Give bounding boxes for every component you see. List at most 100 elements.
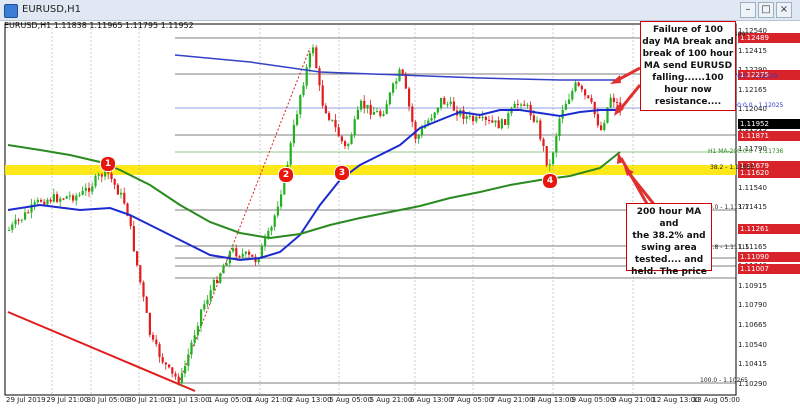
candle-body — [542, 139, 545, 146]
candle-body — [24, 212, 27, 220]
candle-body — [56, 194, 59, 202]
time-axis-tick: 7 Aug 21:00 — [490, 396, 534, 404]
candle-body — [180, 373, 183, 383]
candle-body — [504, 119, 507, 125]
close-button[interactable]: × — [776, 2, 792, 18]
candle-body — [568, 99, 571, 104]
chart-window: EURUSD,H1 – □ × EURUSD,H1 1.11838 1.1196… — [0, 0, 800, 409]
candle-body — [142, 282, 145, 297]
candle-body — [299, 95, 302, 115]
candle-body — [580, 85, 583, 90]
time-axis-tick: 30 Jul 05:00 — [86, 396, 129, 404]
candle-body — [161, 357, 164, 363]
time-axis-tick: 7 Aug 05:00 — [450, 396, 494, 404]
candle-body — [136, 251, 139, 266]
candle-body — [43, 201, 46, 205]
candle-body — [596, 114, 599, 126]
candle-body — [372, 112, 375, 115]
candle-body — [49, 199, 52, 202]
candle-body — [507, 113, 510, 125]
candle-body — [548, 164, 551, 166]
fib100-label: 100.0 - 1.10265 — [700, 377, 748, 384]
candle-body — [350, 135, 353, 145]
candle-body — [289, 143, 292, 165]
candle-body — [46, 199, 49, 205]
candle-body — [91, 186, 94, 192]
minimize-button[interactable]: – — [740, 2, 756, 18]
candle-body — [164, 362, 167, 365]
candle-body — [219, 273, 222, 283]
time-axis-tick: 8 Aug 13:00 — [531, 396, 574, 404]
time-axis-tick: 30 Jul 21:00 — [127, 396, 170, 404]
candle-body — [132, 226, 135, 252]
candle-body — [75, 195, 78, 201]
candle-body — [558, 118, 561, 137]
candle-body — [14, 219, 17, 225]
candle-body — [312, 47, 315, 54]
time-axis-tick: 1 Aug 05:00 — [208, 396, 251, 404]
candle-body — [212, 279, 215, 291]
price-axis-tick: 1.11540 — [738, 183, 767, 192]
candle-body — [8, 229, 11, 231]
candle-body — [248, 251, 251, 255]
candle-body — [616, 102, 619, 104]
candle-body — [116, 184, 119, 195]
price-axis-tick: 1.12415 — [738, 46, 767, 55]
time-axis-tick: 31 Jul 13:00 — [167, 396, 210, 404]
candle-body — [404, 73, 407, 89]
candle-body — [472, 115, 475, 122]
candle-body — [363, 100, 366, 109]
candle-body — [120, 192, 123, 195]
candle-body — [529, 104, 532, 116]
candle-body — [324, 105, 327, 114]
candle-body — [68, 195, 71, 197]
candle-body — [171, 367, 174, 374]
candle-body — [27, 212, 30, 214]
candle-body — [251, 254, 254, 257]
candle-body — [366, 104, 369, 109]
candle-body — [465, 116, 468, 119]
candle-body — [196, 326, 199, 336]
price-tag: 1.11261 — [738, 224, 800, 234]
candle-body — [513, 103, 516, 109]
candle-body — [177, 376, 180, 383]
candle-body — [84, 187, 87, 191]
candle-body — [420, 128, 423, 136]
candle-body — [155, 339, 158, 345]
candle-body — [193, 335, 196, 343]
marker-1: 1 — [100, 156, 116, 172]
maximize-button[interactable]: □ — [758, 2, 774, 18]
candle-body — [59, 198, 62, 202]
marker-2: 2 — [278, 167, 294, 183]
candle-body — [97, 174, 100, 176]
candle-body — [65, 196, 68, 199]
candle-body — [555, 136, 558, 153]
candle-body — [449, 101, 452, 105]
price-axis-tick: 1.10790 — [738, 301, 767, 310]
time-axis-tick: 5 Aug 21:00 — [369, 396, 413, 404]
price-tag: 1.11871 — [738, 131, 800, 141]
candle-body — [123, 192, 126, 204]
candle-body — [564, 103, 567, 110]
candle-body — [187, 354, 190, 366]
candle-body — [276, 206, 279, 216]
price-axis-tick: 1.10540 — [738, 340, 767, 349]
annotation-top: Failure of 100 day MA break and break of 1… — [640, 21, 736, 111]
candle-body — [494, 120, 497, 123]
candle-body — [523, 104, 526, 106]
price-axis-tick: 1.10665 — [738, 321, 767, 329]
candle-body — [532, 115, 535, 122]
candle-body — [334, 119, 337, 128]
candle-body — [216, 279, 219, 283]
candle-body — [203, 304, 206, 310]
candle-body — [225, 263, 228, 266]
candle-body — [308, 53, 311, 68]
candle-body — [241, 253, 244, 257]
candle-body — [17, 219, 20, 221]
price-tag: 1.12489 — [738, 33, 800, 43]
candle-body — [36, 199, 39, 203]
candle-body — [235, 248, 238, 257]
candle-body — [209, 290, 212, 300]
candle-body — [520, 104, 523, 106]
time-axis-tick: 2 Aug 13:00 — [288, 396, 332, 404]
